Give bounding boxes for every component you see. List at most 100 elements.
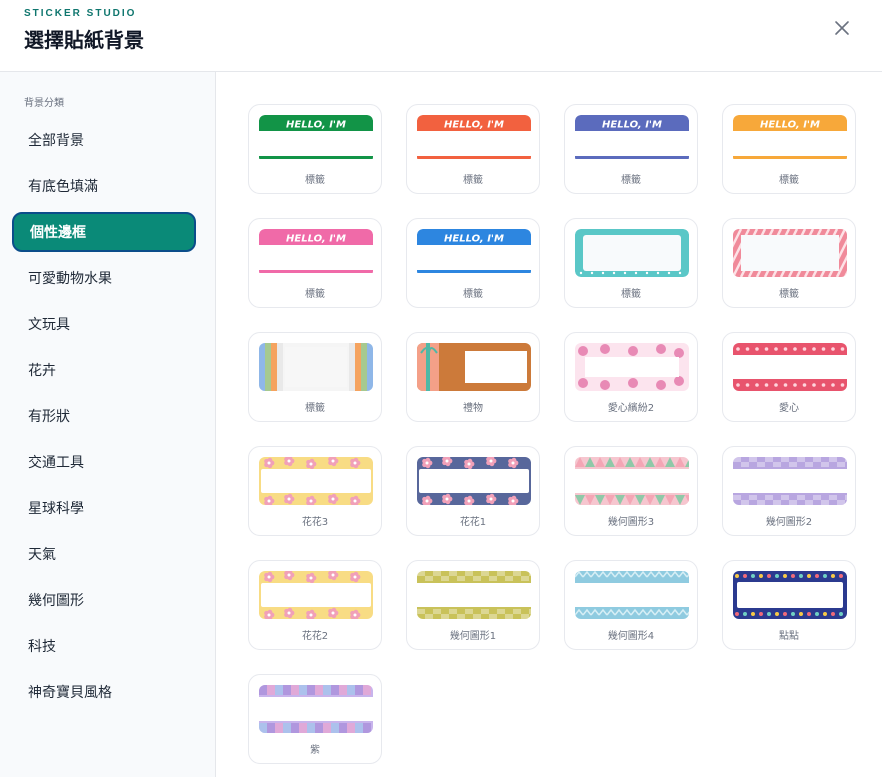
- background-card[interactable]: 紫: [248, 674, 382, 764]
- background-card-label: 標籤: [463, 175, 483, 186]
- background-card-label: 幾何圖形3: [607, 517, 655, 528]
- sidebar-item-label: 文玩具: [28, 317, 70, 333]
- sticker-text: HELLO, I'M: [602, 120, 662, 131]
- background-card[interactable]: 花花2: [248, 560, 382, 650]
- background-card-label: 幾何圖形1: [449, 631, 497, 642]
- background-thumbnail: [733, 229, 847, 277]
- sidebar-item-label: 幾何圖形: [28, 593, 84, 609]
- sidebar-item[interactable]: 花卉: [12, 350, 196, 390]
- sidebar-item[interactable]: 科技: [12, 626, 196, 666]
- background-card-label: 花花3: [301, 517, 329, 528]
- background-thumbnail: [259, 685, 373, 733]
- brand-label: STICKER STUDIO: [24, 8, 137, 19]
- background-card-label: 禮物: [463, 403, 483, 414]
- background-card[interactable]: 標籤: [722, 218, 856, 308]
- sidebar-item[interactable]: 可愛動物水果: [12, 258, 196, 298]
- header: STICKER STUDIO 選擇貼紙背景: [0, 0, 882, 72]
- background-card-label: 幾何圖形2: [765, 517, 813, 528]
- sidebar-item-label: 全部背景: [28, 133, 84, 149]
- sidebar-item[interactable]: 星球科學: [12, 488, 196, 528]
- background-card[interactable]: 愛心: [722, 332, 856, 422]
- sidebar-item[interactable]: 有形狀: [12, 396, 196, 436]
- background-thumbnail: [733, 571, 847, 619]
- sidebar-item-label: 個性邊框: [30, 225, 86, 241]
- background-card-label: 標籤: [305, 289, 325, 300]
- sidebar-item[interactable]: 幾何圖形: [12, 580, 196, 620]
- sidebar-item-label: 星球科學: [28, 501, 84, 517]
- background-card[interactable]: 幾何圖形2: [722, 446, 856, 536]
- background-card[interactable]: 禮物: [406, 332, 540, 422]
- background-card[interactable]: HELLO, I'M 標籤: [406, 104, 540, 194]
- background-thumbnail: [733, 457, 847, 505]
- sidebar-item-label: 天氣: [28, 547, 56, 563]
- background-thumbnail: HELLO, I'M: [575, 115, 689, 163]
- background-card[interactable]: 點點: [722, 560, 856, 650]
- close-icon[interactable]: [830, 16, 854, 40]
- background-thumbnail: [259, 571, 373, 619]
- background-card[interactable]: HELLO, I'M 標籤: [564, 104, 698, 194]
- background-card[interactable]: 幾何圖形1: [406, 560, 540, 650]
- background-card-label: 標籤: [463, 289, 483, 300]
- background-card-label: 紫: [310, 745, 320, 756]
- sidebar-item[interactable]: 天氣: [12, 534, 196, 574]
- background-thumbnail: [259, 457, 373, 505]
- background-card-label: 花花1: [459, 517, 487, 528]
- background-thumbnail: [417, 343, 531, 391]
- sidebar-item-label: 花卉: [28, 363, 56, 379]
- background-card-label: 標籤: [305, 403, 325, 414]
- background-card-label: 標籤: [779, 175, 799, 186]
- sticker-text: HELLO, I'M: [444, 120, 504, 131]
- sidebar-item[interactable]: 有底色填滿: [12, 166, 196, 206]
- background-card[interactable]: 愛心繽紛2: [564, 332, 698, 422]
- background-thumbnail: [575, 229, 689, 277]
- sidebar-item[interactable]: 神奇寶貝風格: [12, 672, 196, 712]
- sidebar-item-label: 可愛動物水果: [28, 271, 112, 287]
- background-card[interactable]: 幾何圖形3: [564, 446, 698, 536]
- sidebar-item[interactable]: 全部背景: [12, 120, 196, 160]
- sticker-text: HELLO, I'M: [760, 120, 820, 131]
- background-thumbnail: [733, 343, 847, 391]
- close-button[interactable]: [830, 16, 854, 40]
- sidebar-item[interactable]: 文玩具: [12, 304, 196, 344]
- background-thumbnail: HELLO, I'M: [417, 115, 531, 163]
- background-thumbnail: [575, 343, 689, 391]
- sidebar-item[interactable]: 交通工具: [12, 442, 196, 482]
- background-card[interactable]: HELLO, I'M 標籤: [722, 104, 856, 194]
- background-card[interactable]: 標籤: [248, 332, 382, 422]
- background-card[interactable]: HELLO, I'M 標籤: [406, 218, 540, 308]
- background-card-label: 標籤: [305, 175, 325, 186]
- background-card-label: 標籤: [621, 289, 641, 300]
- background-thumbnail: [417, 571, 531, 619]
- background-card[interactable]: HELLO, I'M 標籤: [248, 104, 382, 194]
- sidebar-item-label: 科技: [28, 639, 56, 655]
- background-card-label: 標籤: [779, 289, 799, 300]
- background-card[interactable]: 花花1: [406, 446, 540, 536]
- background-thumbnail: HELLO, I'M: [259, 229, 373, 277]
- background-card-label: 幾何圖形4: [607, 631, 655, 642]
- background-card[interactable]: 幾何圖形4: [564, 560, 698, 650]
- sticker-text: HELLO, I'M: [286, 120, 346, 131]
- sidebar-section-label: 背景分類: [24, 98, 64, 109]
- background-card[interactable]: 花花3: [248, 446, 382, 536]
- sidebar-item-label: 有形狀: [28, 409, 70, 425]
- background-thumbnail: HELLO, I'M: [259, 115, 373, 163]
- background-thumbnail: [259, 343, 373, 391]
- background-card-label: 花花2: [301, 631, 329, 642]
- sidebar-item-label: 交通工具: [28, 455, 84, 471]
- background-thumbnail: [575, 457, 689, 505]
- sticker-text: HELLO, I'M: [444, 234, 504, 245]
- sidebar-item[interactable]: 個性邊框: [12, 212, 196, 252]
- background-card-label: 愛心繽紛2: [607, 403, 655, 414]
- background-thumbnail: HELLO, I'M: [733, 115, 847, 163]
- background-card[interactable]: HELLO, I'M 標籤: [248, 218, 382, 308]
- background-card[interactable]: 標籤: [564, 218, 698, 308]
- category-list: 全部背景有底色填滿個性邊框可愛動物水果 文玩具花卉有形狀交通工具星球科學天氣幾何圖…: [12, 120, 196, 718]
- background-card-label: 標籤: [621, 175, 641, 186]
- background-thumbnail: [575, 571, 689, 619]
- category-sidebar: 背景分類 全部背景有底色填滿個性邊框可愛動物水果 文玩具花卉有形狀交通工具星球科學…: [0, 72, 216, 777]
- sidebar-item-label: 神奇寶貝風格: [28, 685, 112, 701]
- background-thumbnail: HELLO, I'M: [417, 229, 531, 277]
- background-card-label: 點點: [779, 631, 799, 642]
- dialog-title: 選擇貼紙背景: [24, 28, 144, 52]
- sticker-text: HELLO, I'M: [286, 234, 346, 245]
